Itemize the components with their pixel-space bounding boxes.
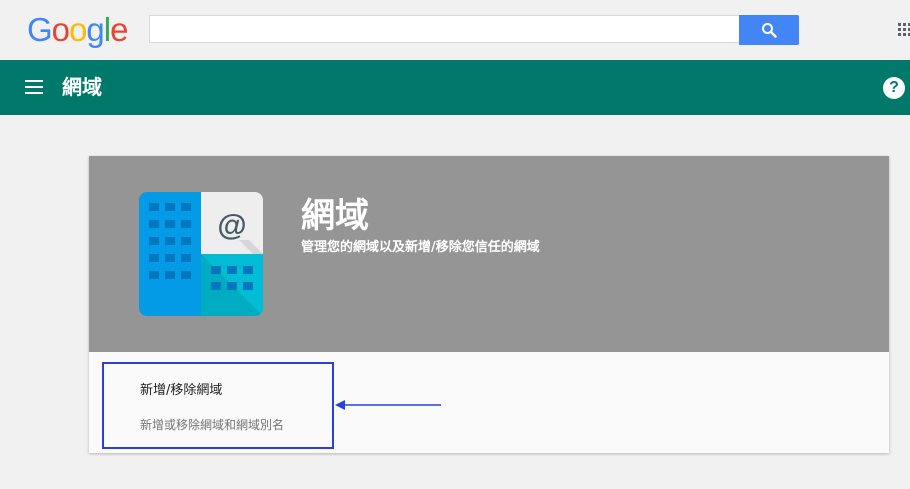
apps-grid-icon[interactable]: [898, 23, 910, 37]
hamburger-menu-icon[interactable]: [25, 80, 43, 94]
google-bar: Google: [0, 0, 910, 60]
card-hero: @ 網域 管理您的網域以及新增/移除您信任的網域: [89, 156, 889, 352]
search-button[interactable]: [739, 15, 799, 45]
add-remove-domains-item[interactable]: 新增/移除網域 新增或移除網域和網域別名: [102, 362, 334, 449]
card-title: 網域: [301, 196, 369, 236]
logo-letter: o: [51, 11, 70, 48]
logo-letter: G: [27, 11, 53, 48]
page-title: 網域: [62, 75, 102, 99]
card-subtitle: 管理您的網域以及新增/移除您信任的網域: [301, 240, 540, 255]
search-input[interactable]: [149, 15, 739, 43]
app-header: 網域: [0, 60, 910, 115]
logo-letter: o: [69, 11, 87, 48]
item-title: 新增/移除網域: [140, 383, 223, 398]
annotation-arrow-icon: [335, 400, 441, 410]
item-description: 新增或移除網域和網域別名: [140, 418, 285, 432]
google-logo[interactable]: Google: [27, 10, 128, 50]
logo-letter: e: [110, 11, 128, 48]
help-icon[interactable]: ?: [883, 77, 905, 99]
svg-text:@: @: [217, 209, 246, 242]
logo-letter: g: [86, 11, 104, 48]
domains-card: @ 網域 管理您的網域以及新增/移除您信任的網域 新增/移除網域 新增或移除網域…: [89, 156, 889, 453]
search-icon: [762, 23, 777, 38]
domains-building-icon: @: [139, 192, 263, 316]
